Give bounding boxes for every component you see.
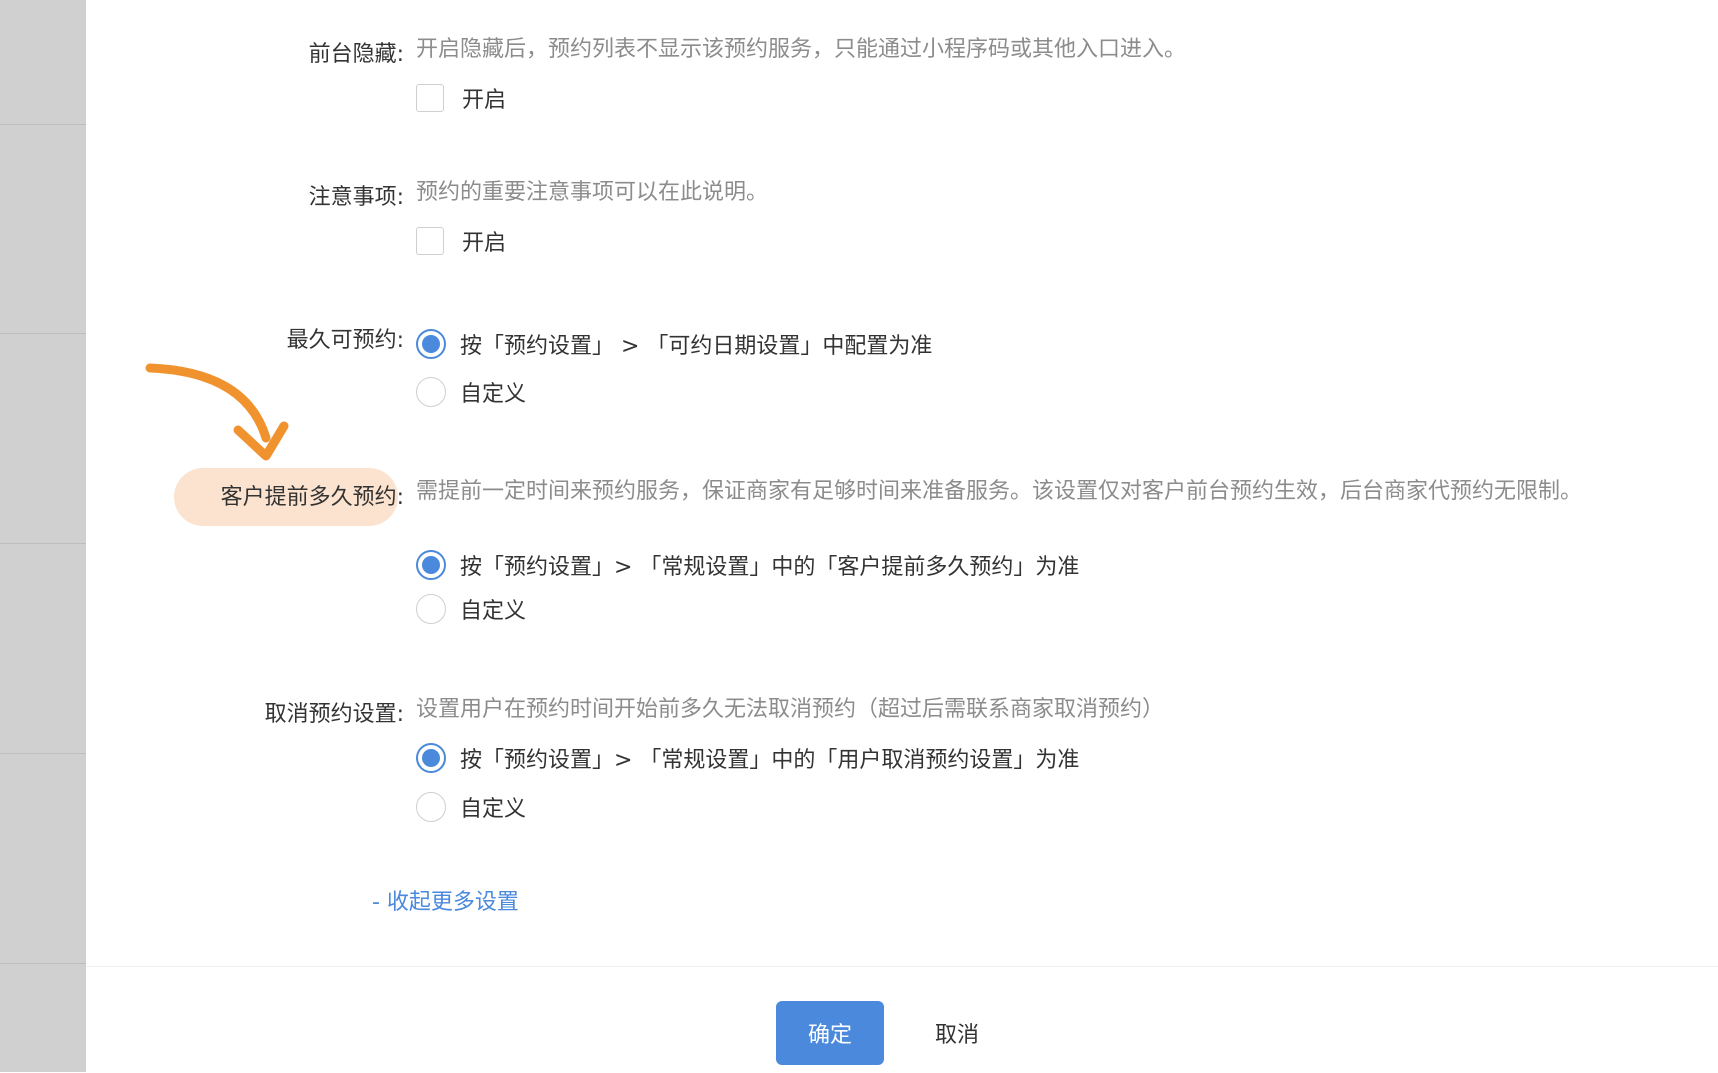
notes-checkbox[interactable] [416, 227, 444, 255]
hide-checkbox[interactable] [416, 84, 444, 112]
sidebar-divider [0, 124, 86, 125]
notes-checkbox-label: 开启 [462, 231, 507, 256]
cancel-option-default[interactable]: 按「预约设置」> 「常规设置」中的「用户取消预约设置」为准 [416, 742, 1079, 774]
sidebar-divider [0, 753, 86, 754]
max-days-label: 最久可预约: [286, 328, 404, 353]
advance-radio-default[interactable] [416, 550, 446, 580]
left-sidebar-strip [0, 0, 86, 1072]
annotation-arrow-icon [145, 363, 289, 461]
hide-toggle[interactable]: 开启 [416, 82, 506, 114]
advance-radio-custom[interactable] [416, 594, 446, 624]
advance-option-custom-label: 自定义 [460, 599, 527, 624]
collapse-more-settings-link[interactable]: - 收起更多设置 [372, 884, 519, 916]
cancel-setting-desc: 设置用户在预约时间开始前多久无法取消预约（超过后需联系商家取消预约） [416, 697, 1165, 722]
cancel-setting-label: 取消预约设置: [264, 702, 404, 727]
hide-checkbox-label: 开启 [462, 88, 507, 113]
max-days-radio-custom[interactable] [416, 377, 446, 407]
hide-desc: 开启隐藏后，预约列表不显示该预约服务，只能通过小程序码或其他入口进入。 [416, 37, 1187, 62]
cancel-button[interactable]: 取消 [912, 1001, 1002, 1065]
notes-desc: 预约的重要注意事项可以在此说明。 [416, 180, 769, 205]
confirm-button[interactable]: 确定 [776, 1001, 884, 1065]
cancel-radio-default[interactable] [416, 743, 446, 773]
advance-desc: 需提前一定时间来预约服务，保证商家有足够时间来准备服务。该设置仅对客户前台预约生… [416, 479, 1583, 504]
advance-label: 客户提前多久预约: [220, 485, 404, 510]
max-days-option-custom-label: 自定义 [460, 382, 527, 407]
advance-option-default-label: 按「预约设置」> 「常规设置」中的「客户提前多久预约」为准 [460, 555, 1080, 580]
max-days-option-default[interactable]: 按「预约设置」 > 「可约日期设置」中配置为准 [416, 328, 932, 360]
sidebar-divider [0, 963, 86, 964]
advance-option-default[interactable]: 按「预约设置」> 「常规设置」中的「客户提前多久预约」为准 [416, 549, 1079, 581]
cancel-option-custom[interactable]: 自定义 [416, 791, 526, 823]
advance-option-custom[interactable]: 自定义 [416, 593, 526, 625]
sidebar-divider [0, 333, 86, 334]
cancel-radio-custom[interactable] [416, 792, 446, 822]
sidebar-divider [0, 543, 86, 544]
max-days-option-default-label: 按「预约设置」 > 「可约日期设置」中配置为准 [460, 334, 933, 359]
hide-label: 前台隐藏: [308, 42, 404, 67]
settings-form: 前台隐藏: 开启隐藏后，预约列表不显示该预约服务，只能通过小程序码或其他入口进入… [86, 0, 1718, 966]
cancel-option-default-label: 按「预约设置」> 「常规设置」中的「用户取消预约设置」为准 [460, 748, 1080, 773]
cancel-option-custom-label: 自定义 [460, 797, 527, 822]
max-days-radio-default[interactable] [416, 329, 446, 359]
form-footer: 确定 取消 [86, 966, 1718, 1073]
notes-toggle[interactable]: 开启 [416, 225, 506, 257]
notes-label: 注意事项: [308, 185, 404, 210]
max-days-option-custom[interactable]: 自定义 [416, 376, 526, 408]
